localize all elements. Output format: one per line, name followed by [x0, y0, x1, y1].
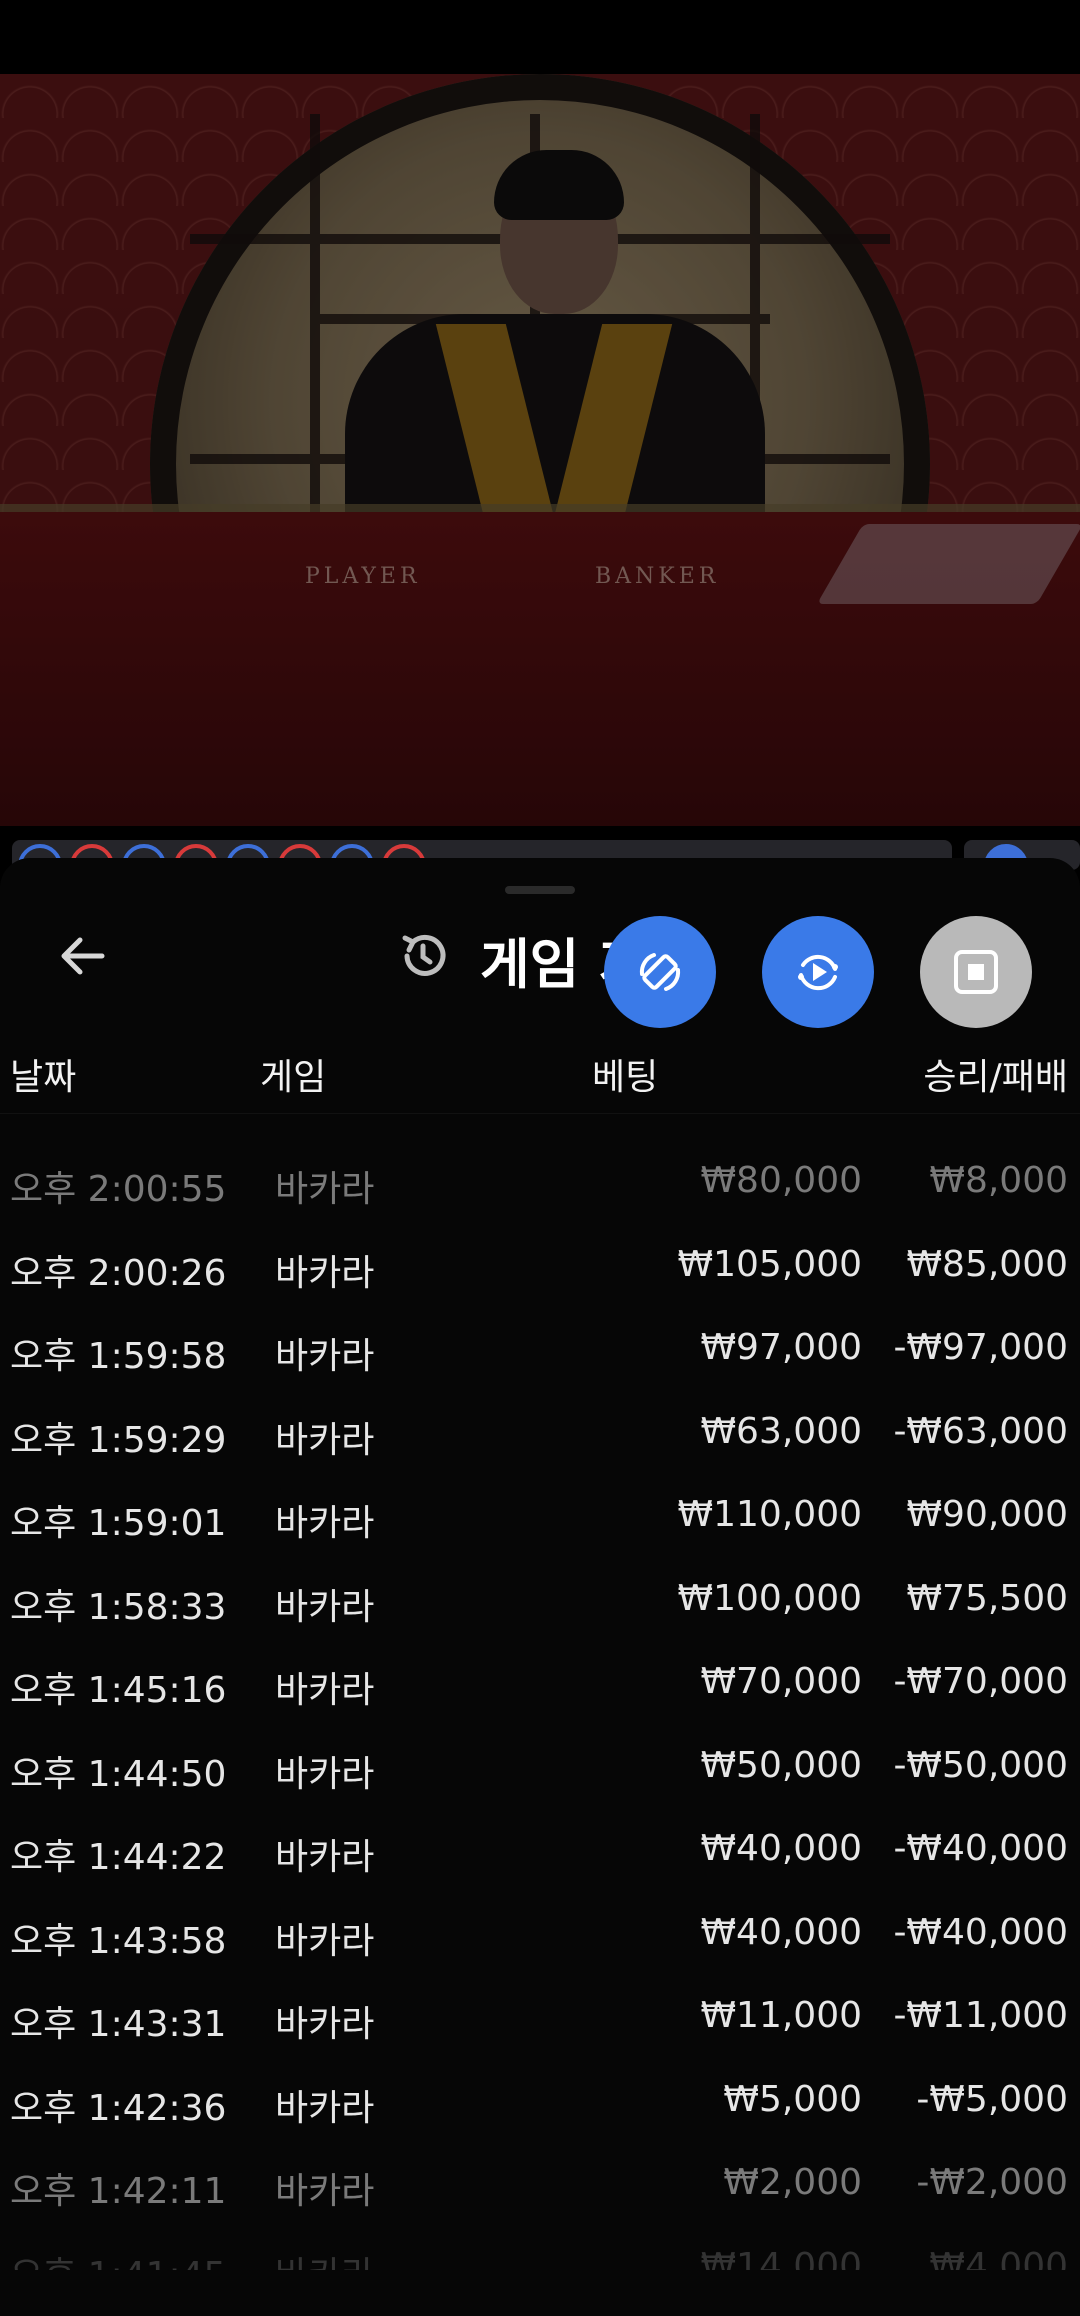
- row-bet: ₩40,000: [700, 1912, 862, 1953]
- row-game: 바카라: [275, 1503, 375, 1544]
- row-result: -₩63,000: [893, 1411, 1068, 1452]
- column-header-date: 날짜: [10, 1057, 77, 1098]
- history-row[interactable]: 오후 1:42:36 바카라 ₩5,000 -₩5,000: [0, 2063, 1080, 2147]
- history-row[interactable]: 오후 1:43:31 바카라 ₩11,000 -₩11,000: [0, 1979, 1080, 2063]
- row-result: -₩5,000: [916, 2079, 1068, 2120]
- row-result: -₩97,000: [893, 1327, 1068, 1368]
- row-result: -₩2,000: [916, 2162, 1068, 2203]
- row-result: ₩90,000: [906, 1494, 1068, 1535]
- row-bet: ₩40,000: [700, 1828, 862, 1869]
- row-game: 바카라: [275, 2088, 375, 2129]
- row-game: 바카라: [275, 1420, 375, 1461]
- history-row[interactable]: 오후 1:59:58 바카라 ₩97,000 -₩97,000: [0, 1311, 1080, 1395]
- row-result: -₩11,000: [893, 1995, 1068, 2036]
- game-history-sheet: 게임 기 날짜 게임 베팅 승리/패배 오후 2:00:55 바카라 ₩80,0…: [0, 858, 1080, 2316]
- row-time: 오후 1:42:36: [10, 2088, 227, 2129]
- row-game: 바카라: [275, 2246, 374, 2270]
- row-result: ₩4,000: [929, 2246, 1068, 2270]
- row-bet: ₩105,000: [677, 1244, 862, 1285]
- row-bet: ₩5,000: [723, 2079, 862, 2120]
- row-game: 바카라: [275, 1253, 375, 1294]
- row-time: 오후 1:43:31: [10, 2004, 227, 2045]
- history-row[interactable]: 오후 1:44:50 바카라 ₩50,000 -₩50,000: [0, 1729, 1080, 1813]
- row-result: -₩40,000: [893, 1912, 1068, 1953]
- row-game: 바카라: [275, 1921, 375, 1962]
- row-time: 오후 2:00:55: [10, 1169, 227, 1210]
- live-video[interactable]: PLAYER BANKER: [0, 74, 1080, 826]
- history-row[interactable]: 오후 1:41:45 바카라 ₩14,000 ₩4,000: [0, 2230, 1080, 2270]
- history-row[interactable]: 오후 1:59:29 바카라 ₩63,000 -₩63,000: [0, 1395, 1080, 1479]
- history-row[interactable]: 오후 2:00:55 바카라 ₩80,000 ₩8,000: [0, 1144, 1080, 1228]
- stop-button[interactable]: [920, 916, 1032, 1028]
- history-row[interactable]: 오후 1:42:11 바카라 ₩2,000 -₩2,000: [0, 2146, 1080, 2230]
- sheet-grabber[interactable]: [505, 886, 575, 894]
- row-result: ₩75,500: [906, 1578, 1068, 1619]
- rotate-screen-icon: [639, 953, 681, 991]
- status-bar: [0, 0, 1080, 74]
- row-result: -₩50,000: [893, 1745, 1068, 1786]
- row-bet: ₩11,000: [700, 1995, 862, 2036]
- row-result: ₩8,000: [929, 1160, 1068, 1201]
- row-time: 오후 1:59:01: [10, 1503, 227, 1544]
- row-result: -₩70,000: [893, 1661, 1068, 1702]
- history-row[interactable]: 오후 1:45:16 바카라 ₩70,000 -₩70,000: [0, 1645, 1080, 1729]
- row-game: 바카라: [275, 1670, 375, 1711]
- history-row[interactable]: 오후 1:44:22 바카라 ₩40,000 -₩40,000: [0, 1812, 1080, 1896]
- rotate-screen-button[interactable]: [604, 916, 716, 1028]
- row-game: 바카라: [275, 1837, 375, 1878]
- row-bet: ₩110,000: [677, 1494, 862, 1535]
- row-bet: ₩100,000: [677, 1578, 862, 1619]
- row-time: 오후 1:43:58: [10, 1921, 227, 1962]
- row-time: 오후 1:45:16: [10, 1670, 227, 1711]
- column-header-bet: 베팅: [592, 1057, 659, 1098]
- column-header-game: 게임: [260, 1057, 327, 1098]
- row-result: -₩40,000: [893, 1828, 1068, 1869]
- back-button[interactable]: [50, 924, 114, 988]
- row-bet: ₩97,000: [700, 1327, 862, 1368]
- history-row[interactable]: 오후 1:58:33 바카라 ₩100,000 ₩75,500: [0, 1562, 1080, 1646]
- row-game: 바카라: [275, 2004, 375, 2045]
- row-game: 바카라: [275, 1587, 375, 1628]
- video-dim-overlay: [0, 74, 1080, 826]
- replay-button[interactable]: [762, 916, 874, 1028]
- history-row[interactable]: 오후 1:43:58 바카라 ₩40,000 -₩40,000: [0, 1896, 1080, 1980]
- row-time: 오후 1:59:58: [10, 1336, 227, 1377]
- row-time: 오후 1:41:45: [10, 2246, 226, 2270]
- row-bet: ₩2,000: [723, 2162, 862, 2203]
- row-bet: ₩80,000: [700, 1160, 862, 1201]
- row-bet: ₩63,000: [700, 1411, 862, 1452]
- row-game: 바카라: [275, 1169, 375, 1210]
- row-time: 오후 1:42:11: [10, 2171, 227, 2212]
- row-game: 바카라: [275, 1754, 375, 1795]
- arrow-left-icon: [61, 937, 105, 975]
- row-bet: ₩50,000: [700, 1745, 862, 1786]
- row-bet: ₩14,000: [700, 2246, 862, 2270]
- column-header-result: 승리/패배: [923, 1057, 1068, 1098]
- row-result: ₩85,000: [906, 1244, 1068, 1285]
- history-row[interactable]: 오후 1:59:01 바카라 ₩110,000 ₩90,000: [0, 1478, 1080, 1562]
- history-row[interactable]: 오후 2:00:26 바카라 ₩105,000 ₩85,000: [0, 1228, 1080, 1312]
- row-game: 바카라: [275, 2171, 375, 2212]
- stop-icon: [954, 950, 998, 994]
- header-divider: [0, 1113, 1080, 1114]
- row-bet: ₩70,000: [700, 1661, 862, 1702]
- row-time: 오후 1:44:22: [10, 1837, 227, 1878]
- row-time: 오후 1:58:33: [10, 1587, 227, 1628]
- row-time: 오후 1:44:50: [10, 1754, 227, 1795]
- row-time: 오후 2:00:26: [10, 1253, 227, 1294]
- replay-icon: [798, 954, 838, 991]
- row-time: 오후 1:59:29: [10, 1420, 227, 1461]
- row-game: 바카라: [275, 1336, 375, 1377]
- history-icon: [395, 928, 451, 984]
